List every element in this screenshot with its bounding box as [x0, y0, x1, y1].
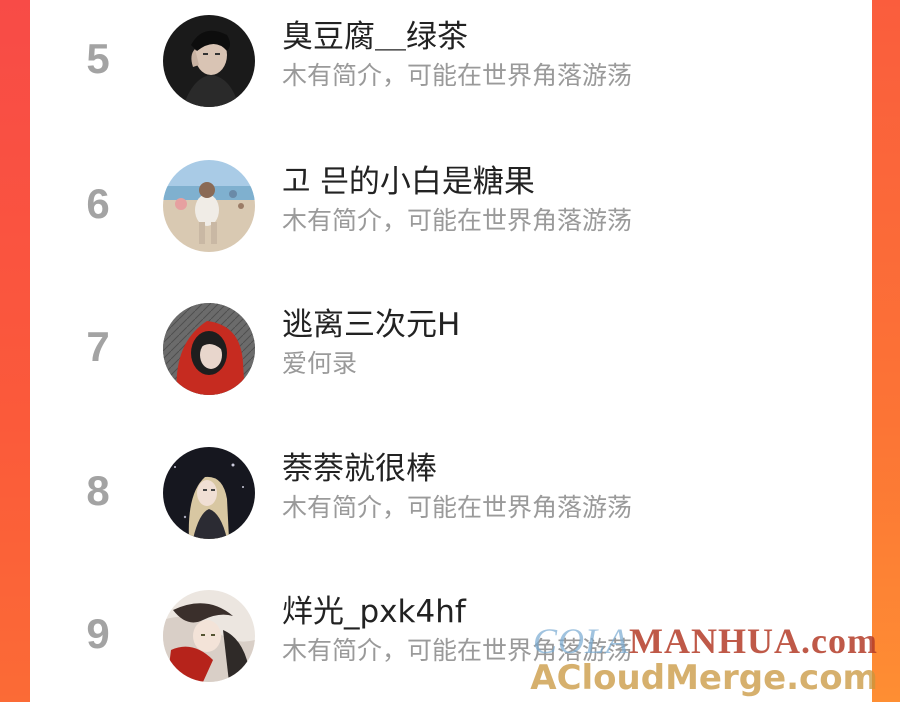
- ranking-row-6[interactable]: 6 고 믄的小白是糖果 木有简介，可能在世界角落游荡: [30, 155, 872, 275]
- left-orange-border: [0, 0, 30, 702]
- avatar-man-portrait-icon[interactable]: [163, 15, 255, 107]
- user-bio: 木有简介，可能在世界角落游荡: [282, 206, 633, 235]
- avatar-beach-photo-icon[interactable]: [163, 160, 255, 252]
- rank-number: 8: [86, 467, 110, 514]
- user-bio: 爱何录: [282, 349, 358, 378]
- ranking-row-8[interactable]: 8 萘萘就很棒 木有简介，可能在世界角落游荡: [30, 442, 872, 562]
- avatar-anime-art-icon[interactable]: [163, 590, 255, 682]
- user-name[interactable]: 臭豆腐＿绿茶: [282, 20, 468, 54]
- user-bio: 木有简介，可能在世界角落游荡: [282, 61, 633, 90]
- user-name[interactable]: 逃离三次元H: [282, 308, 460, 342]
- user-name[interactable]: 萘萘就很棒: [282, 452, 437, 486]
- rank-number: 9: [86, 610, 110, 657]
- user-bio: 木有简介，可能在世界角落游荡: [282, 636, 633, 665]
- avatar-red-hood-girl-icon[interactable]: [163, 303, 255, 395]
- ranking-row-5[interactable]: 5 臭豆腐＿绿茶 木有简介，可能在世界角落游荡: [30, 10, 872, 130]
- rank-number: 5: [86, 35, 110, 82]
- ranking-row-7[interactable]: 7 逃离三次元H 爱何录: [30, 298, 872, 418]
- user-bio: 木有简介，可能在世界角落游荡: [282, 493, 633, 522]
- rank-number: 7: [86, 323, 110, 370]
- right-orange-border: [872, 0, 900, 702]
- ranking-row-9[interactable]: 9 烊光_pxk4hf 木有简介，可能在世界角落游荡: [30, 585, 872, 702]
- ranking-list-panel: 5 臭豆腐＿绿茶 木有简介，可能在世界角落游荡 6 고 믄的小白是糖果 木有简介…: [30, 0, 872, 702]
- user-name[interactable]: 烊光_pxk4hf: [282, 595, 466, 629]
- user-name[interactable]: 고 믄的小白是糖果: [282, 165, 535, 199]
- avatar-night-girl-icon[interactable]: [163, 447, 255, 539]
- rank-number: 6: [86, 180, 110, 227]
